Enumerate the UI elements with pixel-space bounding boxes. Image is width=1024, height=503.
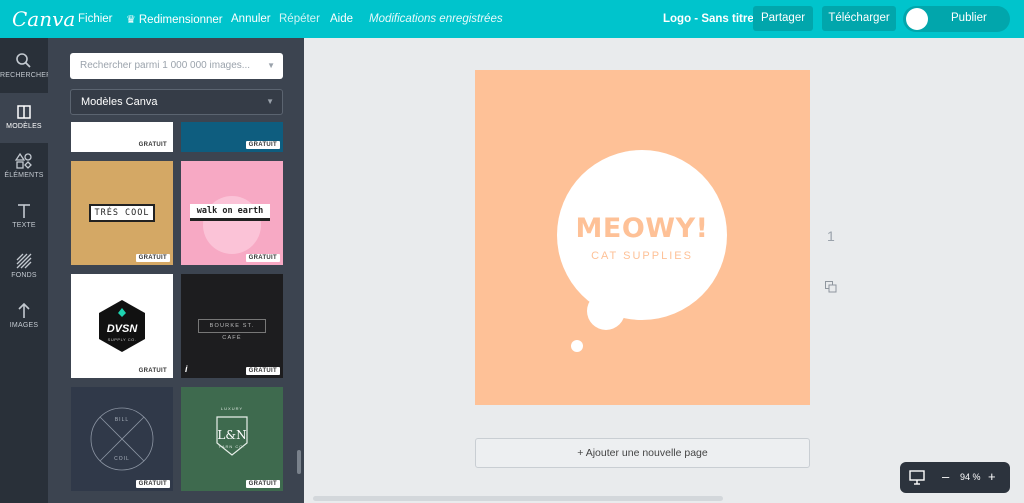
duplicate-page-icon[interactable]	[825, 281, 837, 293]
bubble-tail-large[interactable]	[587, 292, 625, 330]
template-label: TRÉS COOL	[89, 204, 155, 222]
page-number: 1	[827, 228, 835, 244]
category-value: Modèles Canva	[81, 96, 158, 108]
rail-label: MODÈLES	[6, 123, 42, 130]
template-luxury-yarn[interactable]: LUXURY L&N YARN CO. GRATUIT	[181, 387, 283, 491]
free-badge: GRATUIT	[245, 141, 280, 149]
template-label: BOURKE ST. CAFÉ	[198, 319, 266, 341]
publish-toggle-knob	[906, 8, 928, 30]
rail-item-search[interactable]: RECHERCHER	[0, 42, 52, 92]
template-label: walk on earth	[190, 204, 270, 221]
free-badge: GRATUIT	[135, 367, 170, 375]
zoom-out-button[interactable]: –	[942, 469, 949, 484]
free-badge: GRATUIT	[245, 254, 280, 262]
template-label: BILL	[114, 417, 130, 423]
template-label: DVSN	[106, 323, 138, 335]
download-button[interactable]: Télécharger	[822, 6, 896, 31]
template-label: L&N	[217, 428, 247, 442]
present-icon[interactable]	[908, 469, 926, 485]
template-tres-cool[interactable]: TRÉS COOL GRATUIT	[71, 161, 173, 265]
crown-icon: ♛	[126, 14, 136, 26]
add-page-button[interactable]: + Ajouter une nouvelle page	[475, 438, 810, 468]
publish-label: Publier	[951, 12, 987, 24]
menu-file[interactable]: Fichier	[78, 13, 113, 25]
templates-panel: Rechercher parmi 1 000 000 images... ▼ M…	[48, 38, 304, 503]
text-icon	[18, 204, 30, 218]
rail-item-templates[interactable]: MODÈLES	[0, 93, 48, 143]
template-bourke[interactable]: BOURKE ST. CAFÉ i GRATUIT	[181, 274, 283, 378]
free-badge: GRATUIT	[135, 254, 170, 262]
search-placeholder: Rechercher parmi 1 000 000 images...	[80, 60, 251, 71]
rail-label: TEXTE	[12, 222, 36, 229]
panel-scrollbar[interactable]	[297, 450, 301, 474]
template-blue[interactable]: GRATUIT	[181, 122, 283, 152]
crossed-arrows-emblem	[90, 407, 154, 471]
template-white[interactable]: GRATUIT	[71, 122, 173, 152]
publish-button[interactable]: Publier	[903, 6, 1010, 32]
templates-icon	[17, 105, 31, 119]
rail-item-uploads[interactable]: IMAGES	[0, 292, 48, 342]
info-icon[interactable]: i	[185, 364, 188, 374]
rail-item-backgrounds[interactable]: FONDS	[0, 242, 48, 292]
left-rail: RECHERCHER MODÈLES ÉLÉMENTS TEXTE FONDS …	[0, 38, 52, 503]
free-badge: GRATUIT	[135, 141, 170, 149]
rail-item-elements[interactable]: ÉLÉMENTS	[0, 142, 48, 192]
horizontal-scrollbar[interactable]	[313, 496, 723, 501]
zoom-level: 94 %	[960, 472, 981, 482]
template-dvsn[interactable]: DVSN SUPPLY CO. GRATUIT	[71, 274, 173, 378]
template-walk-on-earth[interactable]: walk on earth GRATUIT	[181, 161, 283, 265]
category-select[interactable]: Modèles Canva ▼	[70, 89, 283, 115]
upload-icon	[18, 302, 30, 318]
chevron-down-icon[interactable]: ▼	[267, 53, 275, 79]
template-sublabel: YARN CO.	[218, 444, 246, 449]
free-badge: GRATUIT	[245, 367, 280, 375]
menu-resize-label: Redimensionner	[138, 14, 223, 26]
template-sublabel: COIL	[114, 456, 130, 462]
free-badge: GRATUIT	[135, 480, 170, 488]
design-page[interactable]: MEOWY! CAT SUPPLIES	[475, 70, 810, 405]
rail-label: ÉLÉMENTS	[4, 172, 44, 179]
search-icon	[16, 53, 31, 68]
top-bar: Canva Fichier ♛ Redimensionner Annuler Ré…	[0, 0, 1024, 38]
background-icon	[16, 253, 32, 269]
canva-logo[interactable]: Canva	[12, 7, 75, 31]
free-badge: GRATUIT	[245, 480, 280, 488]
document-title[interactable]: Logo - Sans titre	[663, 13, 754, 25]
shapes-icon	[15, 152, 32, 169]
zoom-bar: – 94 % +	[900, 462, 1010, 493]
image-search-input[interactable]: Rechercher parmi 1 000 000 images... ▼	[70, 53, 283, 79]
share-button[interactable]: Partager	[753, 6, 813, 31]
rail-label: FONDS	[11, 272, 37, 279]
menu-resize[interactable]: ♛ Redimensionner	[126, 13, 223, 26]
subline-text[interactable]: CAT SUPPLIES	[557, 250, 727, 262]
chevron-down-icon: ▼	[266, 97, 274, 106]
rail-item-text[interactable]: TEXTE	[0, 192, 48, 242]
menu-help[interactable]: Aide	[330, 13, 353, 25]
template-toplabel: LUXURY	[220, 406, 244, 411]
template-sublabel: SUPPLY CO.	[107, 337, 137, 342]
menu-redo[interactable]: Répéter	[279, 13, 320, 25]
template-bill-coil[interactable]: BILL COIL GRATUIT	[71, 387, 173, 491]
zoom-in-button[interactable]: +	[988, 469, 996, 484]
bubble-tail-small[interactable]	[571, 340, 583, 352]
headline-text[interactable]: MEOWY!	[557, 213, 727, 244]
save-status: Modifications enregistrées	[369, 13, 503, 25]
menu-undo[interactable]: Annuler	[231, 13, 271, 25]
rail-label: RECHERCHER	[0, 72, 52, 79]
rail-label: IMAGES	[9, 322, 39, 329]
